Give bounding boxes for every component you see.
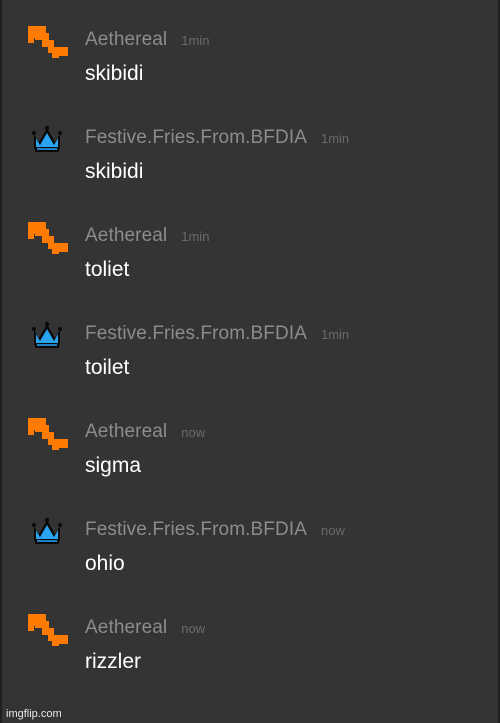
username[interactable]: Festive.Fries.From.BFDIA	[85, 519, 307, 540]
message-header: Festive.Fries.From.BFDIA 1min	[85, 323, 349, 346]
message-header: Festive.Fries.From.BFDIA 1min	[85, 127, 349, 150]
chat-message: Aethereal now sigma	[2, 392, 498, 490]
username[interactable]: Aethereal	[85, 421, 167, 442]
chat-window: Aethereal 1min skibidi Festive.Fries.From…	[0, 0, 500, 723]
message-text: toilet	[85, 356, 130, 379]
blue-crown-icon[interactable]	[26, 514, 70, 550]
message-header: Aethereal 1min	[85, 29, 209, 52]
chat-message: Festive.Fries.From.BFDIA now ohio	[2, 490, 498, 588]
orange-pixel-arrow-icon[interactable]	[26, 612, 70, 648]
timestamp: 1min	[320, 131, 350, 146]
timestamp: now	[181, 621, 206, 636]
timestamp: 1min	[181, 229, 210, 244]
blue-crown-icon[interactable]	[26, 122, 70, 158]
message-header: Aethereal now	[85, 617, 205, 640]
username[interactable]: Aethereal	[85, 225, 167, 246]
chat-log: Aethereal 1min skibidi Festive.Fries.From…	[2, 0, 498, 686]
message-text: rizzler	[85, 650, 141, 673]
orange-pixel-arrow-icon[interactable]	[26, 24, 70, 60]
chat-message: Aethereal now rizzler	[2, 588, 498, 686]
timestamp: 1min	[320, 327, 350, 342]
timestamp: 1min	[181, 33, 210, 48]
message-text: skibidi	[85, 62, 144, 85]
username[interactable]: Aethereal	[85, 617, 167, 638]
chat-message: Aethereal 1min skibidi	[2, 0, 498, 98]
message-text: toliet	[85, 258, 130, 281]
timestamp: now	[320, 523, 345, 538]
imgflip-watermark: imgflip.com	[6, 708, 62, 720]
orange-pixel-arrow-icon[interactable]	[26, 416, 70, 452]
username[interactable]: Festive.Fries.From.BFDIA	[85, 323, 307, 344]
chat-message: Aethereal 1min toliet	[2, 196, 498, 294]
message-text: ohio	[85, 552, 125, 575]
timestamp: now	[181, 425, 206, 440]
chat-message: Festive.Fries.From.BFDIA 1min skibidi	[2, 98, 498, 196]
message-header: Aethereal 1min	[85, 225, 209, 248]
message-text: skibidi	[85, 160, 144, 183]
username[interactable]: Festive.Fries.From.BFDIA	[85, 127, 307, 148]
orange-pixel-arrow-icon[interactable]	[26, 220, 70, 256]
message-text: sigma	[85, 454, 142, 477]
blue-crown-icon[interactable]	[26, 318, 70, 354]
username[interactable]: Aethereal	[85, 29, 167, 50]
chat-message: Festive.Fries.From.BFDIA 1min toilet	[2, 294, 498, 392]
message-header: Aethereal now	[85, 421, 205, 444]
message-header: Festive.Fries.From.BFDIA now	[85, 519, 345, 542]
